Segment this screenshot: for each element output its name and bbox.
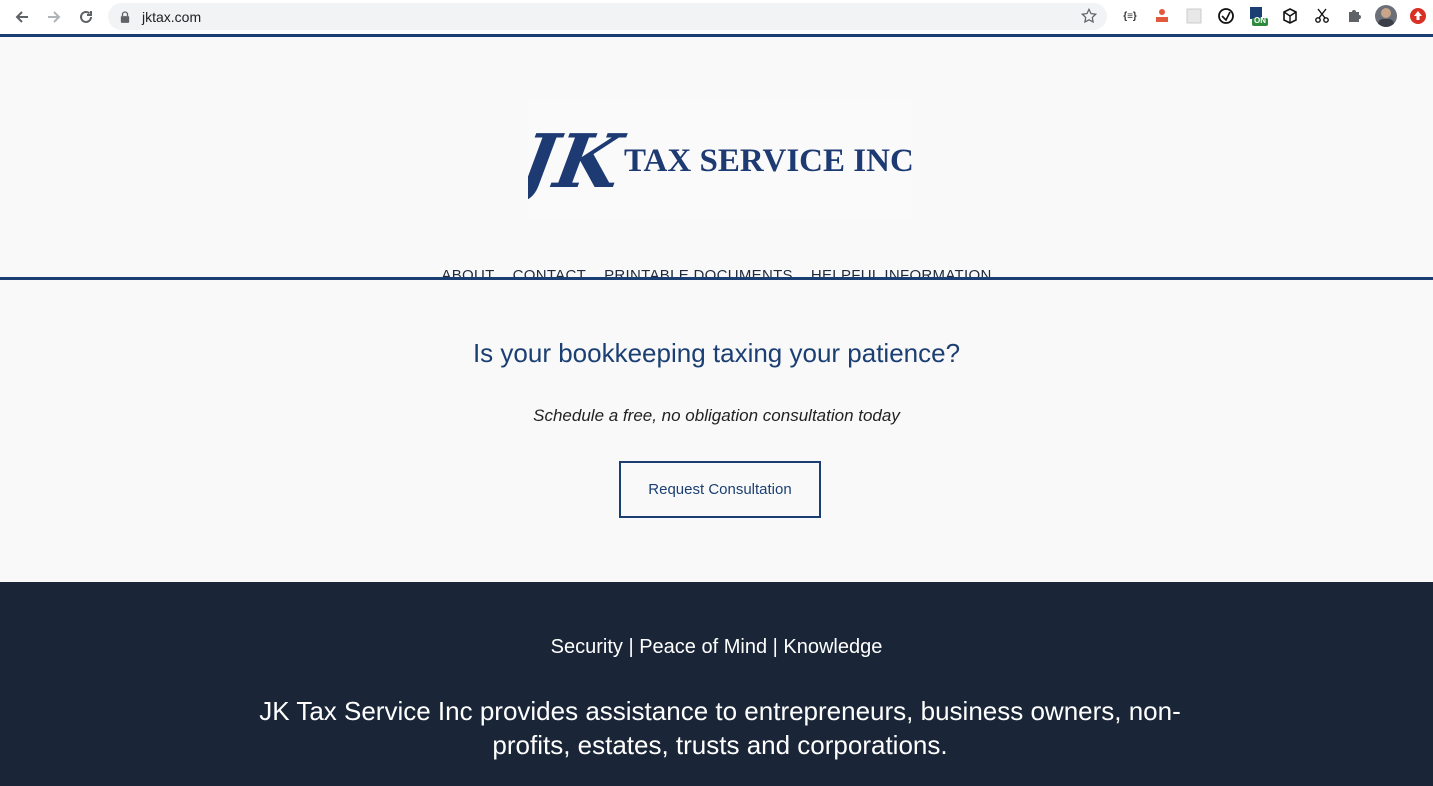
circle-extension-icon[interactable] (1216, 6, 1236, 26)
tagline: Security | Peace of Mind | Knowledge (550, 636, 883, 658)
company-description: JK Tax Service Inc provides assistance t… (259, 696, 1181, 760)
back-icon[interactable] (6, 1, 38, 33)
hero-section: Is your bookkeeping taxing your patience… (0, 280, 1433, 582)
request-consultation-button[interactable]: Request Consultation (619, 461, 821, 518)
logo-name: TAX SERVICE INC. (624, 143, 912, 179)
site-logo[interactable]: JK TAX SERVICE INC. (501, 99, 922, 219)
org-chart-extension-icon[interactable] (1152, 6, 1172, 26)
cube-extension-icon[interactable] (1280, 6, 1300, 26)
update-icon[interactable] (1408, 6, 1428, 26)
lock-icon (120, 10, 132, 24)
address-bar[interactable]: jktax.com (108, 3, 1107, 30)
extension-badge: ON (1254, 16, 1266, 25)
browser-toolbar: jktax.com {≡} ON (0, 0, 1433, 34)
toggle-extension-icon[interactable]: ON (1248, 6, 1268, 26)
value-band: Security | Peace of Mind | Knowledge JK … (0, 582, 1433, 786)
reload-icon[interactable] (70, 1, 102, 33)
grid-extension-icon[interactable] (1184, 6, 1204, 26)
url-text: jktax.com (142, 8, 202, 25)
forward-icon[interactable] (38, 1, 70, 33)
hero-subline: Schedule a free, no obligation consultat… (533, 406, 900, 425)
logo-monogram: JK (528, 118, 631, 205)
site-header: JK TAX SERVICE INC. ABOUT CONTACT PRINTA… (0, 37, 1433, 284)
profile-avatar[interactable] (1375, 5, 1397, 27)
star-icon[interactable] (1080, 7, 1099, 26)
extensions-puzzle-icon[interactable] (1344, 6, 1364, 26)
scissors-extension-icon[interactable] (1312, 6, 1332, 26)
json-extension-icon[interactable]: {≡} (1120, 6, 1140, 26)
hero-headline: Is your bookkeeping taxing your patience… (472, 338, 961, 368)
